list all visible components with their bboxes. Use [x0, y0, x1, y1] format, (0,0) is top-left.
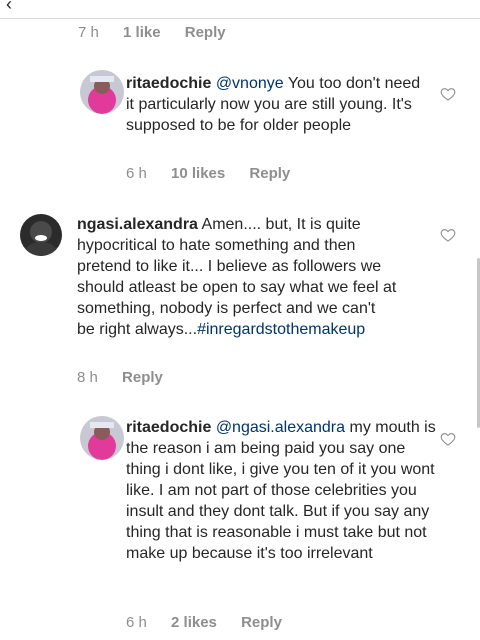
- comment-time: 6 h: [126, 614, 147, 631]
- likes-count-link[interactable]: 10 likes: [171, 165, 225, 182]
- comment-meta: 8 h Reply: [77, 369, 183, 386]
- avatar-image: [80, 416, 124, 460]
- avatar[interactable]: [80, 70, 124, 114]
- reply-button[interactable]: Reply: [241, 614, 282, 631]
- comment-body: my mouth is the reason i am being paid y…: [126, 419, 436, 562]
- comment-username[interactable]: ngasi.alexandra: [77, 216, 198, 233]
- comment-meta: 6 h 10 likes Reply: [126, 165, 310, 182]
- reply-button[interactable]: Reply: [249, 165, 290, 182]
- reply-button[interactable]: Reply: [185, 24, 226, 41]
- top-divider-bar: ‹: [0, 0, 480, 19]
- reply-button[interactable]: Reply: [122, 369, 163, 386]
- comment-time: 8 h: [77, 369, 98, 386]
- avatar[interactable]: [80, 416, 124, 460]
- comment-meta: 6 h 2 likes Reply: [126, 614, 302, 631]
- mention-link[interactable]: @ngasi.alexandra: [216, 419, 345, 436]
- comment-time: 6 h: [126, 165, 147, 182]
- heart-outline-icon[interactable]: [440, 227, 456, 243]
- likes-count-link[interactable]: 1 like: [123, 24, 161, 41]
- mention-link[interactable]: @vnonye: [216, 75, 284, 92]
- avatar[interactable]: [20, 214, 62, 256]
- comment-text: ritaedochie @vnonye You too don't need i…: [126, 73, 431, 136]
- chevron-left-icon[interactable]: ‹: [6, 0, 12, 15]
- comment-meta-top: 7 h 1 like Reply: [78, 24, 246, 41]
- likes-count-link[interactable]: 2 likes: [171, 614, 217, 631]
- comment-username[interactable]: ritaedochie: [126, 419, 211, 436]
- avatar-image: [80, 70, 124, 114]
- comment-body: Amen.... but, It is quite hypocritical t…: [77, 216, 397, 338]
- comment-text: ngasi.alexandra Amen.... but, It is quit…: [77, 214, 397, 340]
- comment-username[interactable]: ritaedochie: [126, 75, 211, 92]
- comment-time: 7 h: [78, 24, 99, 41]
- avatar-image: [20, 214, 62, 256]
- heart-outline-icon[interactable]: [440, 86, 456, 102]
- hashtag-link[interactable]: #inregardstothemakeup: [197, 321, 365, 338]
- heart-outline-icon[interactable]: [440, 431, 456, 447]
- comment-text: ritaedochie @ngasi.alexandra my mouth is…: [126, 417, 436, 564]
